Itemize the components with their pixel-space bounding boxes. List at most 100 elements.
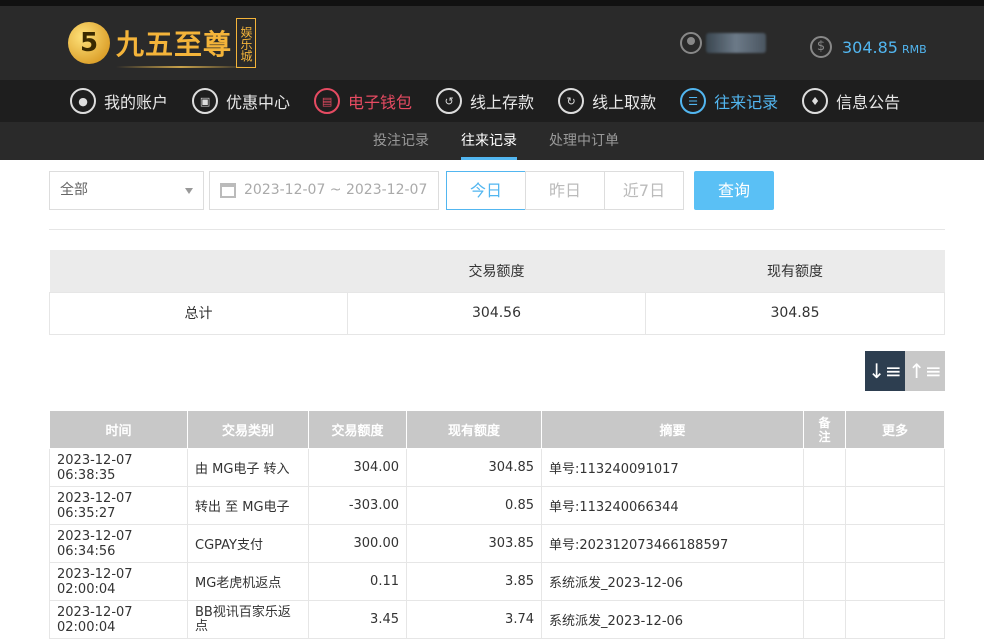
col-header-balance[interactable]: 现有额度 — [406, 410, 542, 449]
table-row[interactable]: 2023-12-07 02:00:04 MG老虎机返点 0.11 3.85 系统… — [49, 562, 945, 601]
nav-label: 信息公告 — [836, 93, 901, 112]
summary-cell-amount: 304.56 — [347, 291, 646, 335]
records-icon: ☰ — [680, 88, 707, 114]
cell-more[interactable] — [845, 600, 945, 639]
type-select[interactable]: 全部 — [49, 171, 204, 210]
cell-more[interactable] — [845, 562, 945, 601]
nav-item-wallet[interactable]: ▤ 电子钱包 — [314, 80, 412, 122]
tab-bet-records[interactable]: 投注记录 — [373, 122, 429, 160]
tab-pending-orders[interactable]: 处理中订单 — [549, 122, 619, 160]
summary-cell-label: 总计 — [49, 291, 348, 335]
col-header-amount[interactable]: 交易额度 — [308, 410, 407, 449]
col-header-summary[interactable]: 摘要 — [541, 410, 804, 449]
table-row[interactable]: 2023-12-07 06:34:56 CGPAY支付 300.00 303.8… — [49, 524, 945, 563]
cell-notes — [803, 600, 846, 639]
summary-table: 交易额度 现有额度 总计 304.56 304.85 — [49, 250, 945, 335]
deposit-icon: ↺ — [436, 88, 463, 114]
nav-item-promotions[interactable]: ▣ 优惠中心 — [192, 80, 290, 122]
quick-7days-button[interactable]: 近7日 — [604, 171, 684, 210]
coin-icon: $ — [810, 36, 832, 58]
cell-balance: 3.74 — [406, 600, 542, 639]
cell-summary: 系统派发_2023-12-06 — [541, 600, 804, 639]
user-icon — [680, 32, 702, 54]
nav-label: 电子钱包 — [348, 93, 413, 112]
cell-notes — [803, 524, 846, 563]
cell-notes — [803, 562, 846, 601]
cell-type: 由 MG电子 转入 — [187, 448, 309, 487]
main-nav: ● 我的账户 ▣ 优惠中心 ▤ 电子钱包 ↺ 线上存款 ↻ 线上取款 ☰ 往来记… — [0, 80, 984, 122]
type-select-value: 全部 — [60, 182, 88, 198]
cell-type: CGPAY支付 — [187, 524, 309, 563]
nav-label: 线上取款 — [592, 93, 657, 112]
col-header-type[interactable]: 交易类别 — [187, 410, 309, 449]
summary-header: 现有额度 — [645, 250, 945, 292]
caret-down-icon — [185, 188, 193, 194]
col-header-notes[interactable]: 备注 — [803, 410, 846, 449]
wallet-icon: ▤ — [314, 88, 341, 114]
balance-value: 304.85 — [842, 37, 898, 57]
cell-type: 转出 至 MG电子 — [187, 486, 309, 525]
balance-area: $ 304.85 RMB — [810, 36, 927, 58]
logo-ornament — [116, 66, 246, 68]
cell-more[interactable] — [845, 524, 945, 563]
balance-currency: RMB — [901, 42, 927, 56]
cell-time: 2023-12-07 06:38:35 — [49, 448, 188, 487]
calendar-icon — [220, 183, 236, 198]
summary-row: 总计 304.56 304.85 — [49, 291, 945, 335]
cell-type: MG老虎机返点 — [187, 562, 309, 601]
nav-item-account[interactable]: ● 我的账户 — [70, 80, 168, 122]
table-row[interactable]: 2023-12-07 02:00:04 BB视讯百家乐返点 3.45 3.74 … — [49, 600, 945, 639]
username-redacted — [706, 33, 766, 53]
gift-icon: ▣ — [192, 88, 219, 114]
nav-item-withdraw[interactable]: ↻ 线上取款 — [558, 80, 656, 122]
summary-header-row: 交易额度 现有额度 — [49, 250, 945, 292]
nav-label: 线上存款 — [470, 93, 535, 112]
cell-amount: 304.00 — [308, 448, 407, 487]
nav-item-records[interactable]: ☰ 往来记录 — [680, 80, 778, 122]
summary-header: 交易额度 — [347, 250, 646, 292]
cell-summary: 单号:113240066344 — [541, 486, 804, 525]
account-icon: ● — [70, 88, 96, 114]
nav-item-announcements[interactable]: ♦ 信息公告 — [802, 80, 900, 122]
cell-balance: 304.85 — [406, 448, 542, 487]
logo[interactable]: 5 九五至尊 娱乐城 — [68, 18, 257, 68]
sub-nav: 投注记录 往来记录 处理中订单 — [0, 122, 984, 160]
cell-more[interactable] — [845, 448, 945, 487]
quick-yesterday-button[interactable]: 昨日 — [525, 171, 605, 210]
withdraw-icon: ↻ — [558, 88, 585, 114]
nav-item-deposit[interactable]: ↺ 线上存款 — [436, 80, 534, 122]
cell-amount: -303.00 — [308, 486, 407, 525]
cell-amount: 0.11 — [308, 562, 407, 601]
nav-label: 往来记录 — [714, 93, 779, 112]
site-header: 5 九五至尊 娱乐城 $ 304.85 RMB — [0, 6, 984, 80]
cell-amount: 300.00 — [308, 524, 407, 563]
cell-time: 2023-12-07 06:35:27 — [49, 486, 188, 525]
divider — [49, 229, 945, 230]
logo-mark: 5 — [68, 22, 110, 64]
bell-icon: ♦ — [802, 88, 829, 114]
nav-label: 我的账户 — [104, 93, 169, 112]
summary-header — [49, 250, 348, 292]
cell-more[interactable] — [845, 486, 945, 525]
cell-notes — [803, 448, 846, 487]
sort-buttons: ↓≡ ↑≡ — [865, 351, 945, 391]
summary-cell-balance: 304.85 — [645, 291, 945, 335]
sort-asc-icon[interactable]: ↑≡ — [905, 351, 945, 391]
filter-bar: 全部 2023-12-07 ~ 2023-12-07 今日 昨日 近7日 查询 — [0, 160, 984, 230]
cell-time: 2023-12-07 06:34:56 — [49, 524, 188, 563]
quick-today-button[interactable]: 今日 — [446, 171, 526, 210]
sort-desc-icon[interactable]: ↓≡ — [865, 351, 905, 391]
table-row[interactable]: 2023-12-07 06:38:35 由 MG电子 转入 304.00 304… — [49, 448, 945, 487]
table-row[interactable]: 2023-12-07 06:35:27 转出 至 MG电子 -303.00 0.… — [49, 486, 945, 525]
user-area[interactable] — [680, 32, 766, 54]
date-range-input[interactable]: 2023-12-07 ~ 2023-12-07 — [209, 171, 439, 210]
col-header-time[interactable]: 时间 — [49, 410, 188, 449]
nav-label: 优惠中心 — [226, 93, 291, 112]
cell-amount: 3.45 — [308, 600, 407, 639]
cell-summary: 系统派发_2023-12-06 — [541, 562, 804, 601]
cell-summary: 单号:202312073466188597 — [541, 524, 804, 563]
cell-time: 2023-12-07 02:00:04 — [49, 600, 188, 639]
tab-transaction-records[interactable]: 往来记录 — [461, 122, 517, 160]
col-header-more[interactable]: 更多 — [845, 410, 945, 449]
query-button[interactable]: 查询 — [694, 171, 774, 210]
